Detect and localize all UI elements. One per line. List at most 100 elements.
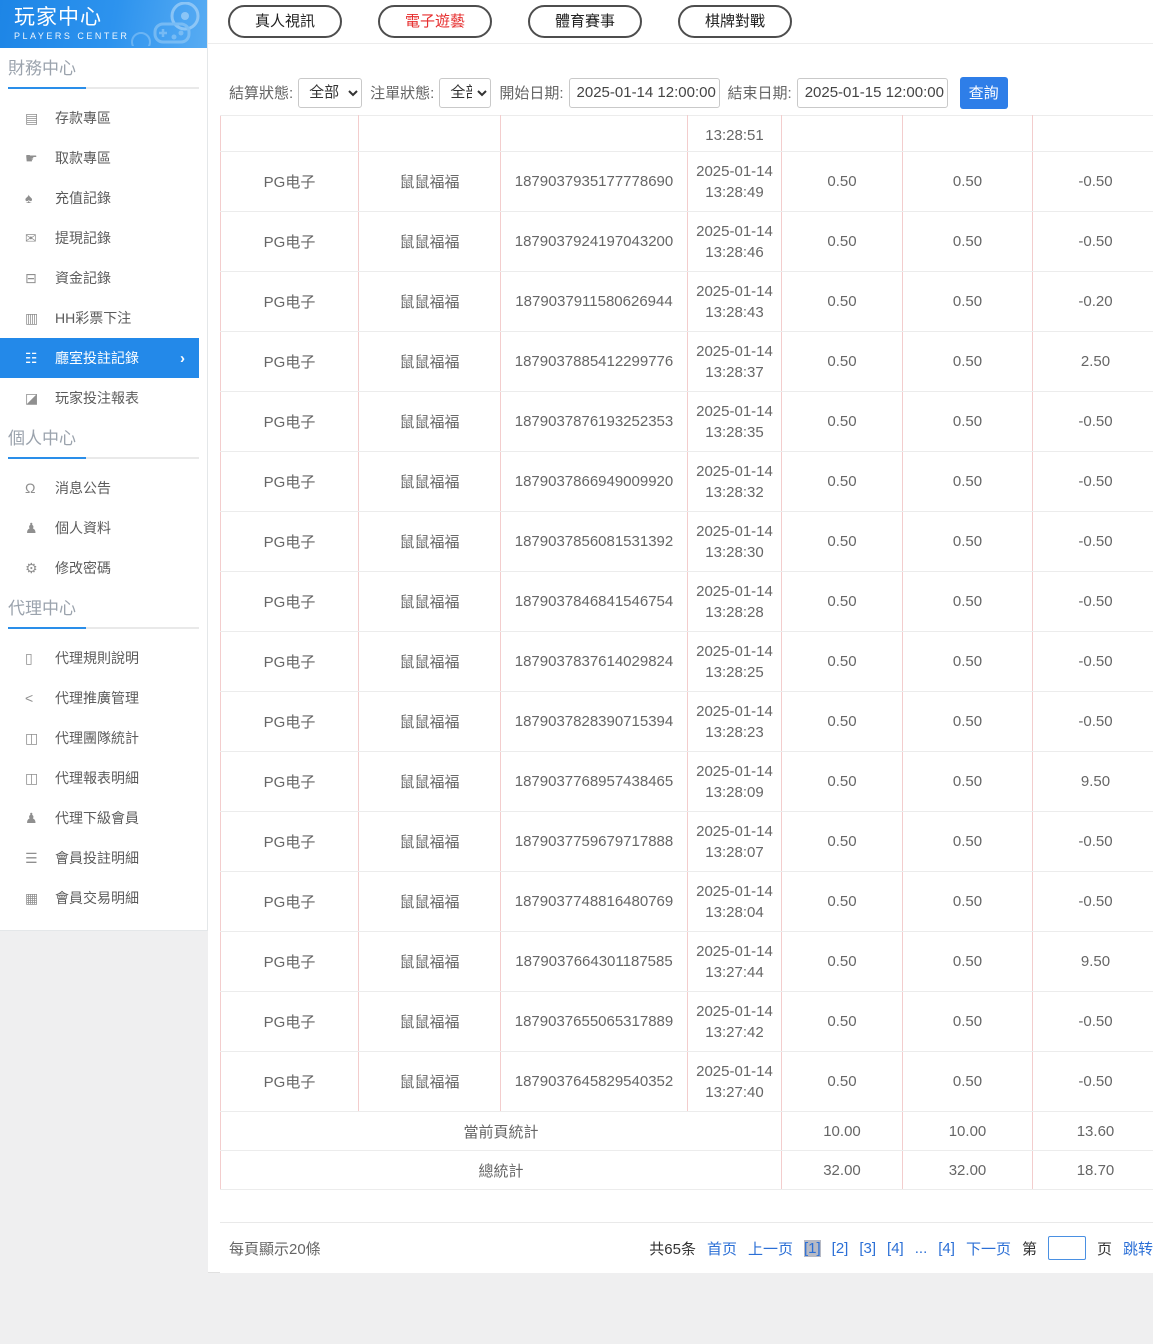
cell-valid-bet: 0.50: [902, 631, 1033, 692]
summary-bet: 32.00: [781, 1150, 903, 1190]
jump-page-input[interactable]: [1047, 1236, 1086, 1260]
first-page-link[interactable]: 首页: [707, 1238, 737, 1259]
end-date-input[interactable]: [796, 77, 948, 108]
page-link-2[interactable]: [2]: [832, 1240, 849, 1257]
table-row: PG电子 鼠鼠福福 1879037935177778690 2025-01-14…: [220, 151, 1153, 212]
sidebar-item-member-transaction-detail[interactable]: ▦ 會員交易明細: [0, 878, 207, 918]
cell-provider: PG电子: [220, 751, 359, 812]
cell-win-loss: -0.50: [1032, 811, 1153, 872]
prev-page-link[interactable]: 上一页: [748, 1238, 793, 1259]
cell-bet: 0.50: [781, 271, 903, 332]
sidebar-item-withdraw-records[interactable]: ✉ 提現記錄: [0, 218, 207, 258]
cell-provider: PG电子: [220, 451, 359, 512]
cell-provider: PG电子: [220, 151, 359, 212]
sidebar-item-label: 代理推廣管理: [55, 690, 139, 706]
cell-order-id: 1879037828390715394: [500, 691, 688, 752]
table-row: PG电子 鼠鼠福福 1879037876193252353 2025-01-14…: [220, 391, 1153, 452]
cell-order-id: 1879037664301187585: [500, 931, 688, 992]
sidebar-item-label: HH彩票下注: [55, 310, 132, 326]
jump-button[interactable]: 跳转: [1123, 1238, 1153, 1259]
tab-sports[interactable]: 體育賽事: [528, 5, 643, 38]
summary-valid-bet: 32.00: [902, 1150, 1033, 1190]
sidebar-item-change-password[interactable]: ⚙ 修改密碼: [0, 548, 207, 588]
cell-time: 2025-01-14 13:28:23: [687, 691, 782, 752]
sidebar-item-agent-team-stats[interactable]: ◫ 代理團隊統計: [0, 718, 207, 758]
cell-order-id: 1879037768957438465: [500, 751, 688, 812]
sidebar-item-funds-records[interactable]: ⊟ 資金記錄: [0, 258, 207, 298]
sidebar: 玩家中心 PLAYERS CENTER 財務中心 ▤ 存款專區 ☛ 取款專區 ♠…: [0, 0, 208, 931]
sidebar-item-player-bet-report[interactable]: ◪ 玩家投注報表: [0, 378, 207, 418]
cell-order-id: 1879037866949009920: [500, 451, 688, 512]
sidebar-item-label: 代理團隊統計: [55, 730, 139, 746]
table-row-partial: 13:28:51: [220, 115, 1153, 152]
settle-status-label: 結算狀態:: [229, 85, 294, 102]
sidebar-item-label: 玩家投注報表: [55, 390, 139, 406]
cell-provider: PG电子: [220, 871, 359, 932]
table-row: PG电子 鼠鼠福福 1879037828390715394 2025-01-14…: [220, 691, 1153, 752]
sidebar-item-agent-sub-members[interactable]: ♟ 代理下級會員: [0, 798, 207, 838]
sidebar-item-room-bet-records[interactable]: ☷ 廳室投註記錄 ›: [0, 338, 199, 378]
cell-game: 鼠鼠福福: [358, 751, 501, 812]
bet-records-table-wrap: 13:28:51 PG电子 鼠鼠福福 1879037935177778690 2…: [220, 115, 1153, 1190]
cell-time: 2025-01-14 13:28:28: [687, 571, 782, 632]
sidebar-item-lottery-bets[interactable]: ▥ HH彩票下注: [0, 298, 207, 338]
cell-game: 鼠鼠福福: [358, 211, 501, 272]
cell-bet: 0.50: [781, 151, 903, 212]
sidebar-item-label: 個人資料: [55, 520, 111, 536]
sidebar-item-withdraw[interactable]: ☛ 取款專區: [0, 138, 207, 178]
table-row: PG电子 鼠鼠福福 1879037885412299776 2025-01-14…: [220, 331, 1153, 392]
start-date-input[interactable]: [568, 77, 720, 108]
sidebar-item-deposit[interactable]: ▤ 存款專區: [0, 98, 207, 138]
settle-status-select[interactable]: 全部: [298, 77, 363, 108]
cell-win-loss: -0.50: [1032, 871, 1153, 932]
cell-time: 2025-01-14 13:28:04: [687, 871, 782, 932]
bet-records-icon: ☷: [25, 349, 38, 366]
cell-win-loss: 9.50: [1032, 751, 1153, 812]
cell-game: 鼠鼠福福: [358, 631, 501, 692]
tab-live-casino[interactable]: 真人視訊: [228, 5, 343, 38]
cell-bet: 0.50: [781, 631, 903, 692]
order-status-select[interactable]: 全部: [439, 77, 492, 108]
cell-valid-bet: 0.50: [902, 931, 1033, 992]
cell-win-loss: 9.50: [1032, 931, 1153, 992]
search-button[interactable]: 查詢: [959, 76, 1008, 109]
cell-time: 2025-01-14 13:27:42: [687, 991, 782, 1052]
sidebar-item-recharge-records[interactable]: ♠ 充值記錄: [0, 178, 207, 218]
summary-row-current-page: 當前頁統計 10.00 10.00 13.60: [220, 1111, 1153, 1151]
sidebar-item-announcements[interactable]: Ω 消息公告: [0, 468, 207, 508]
cell-time: 2025-01-14 13:28:37: [687, 331, 782, 392]
sidebar-item-label: 取款專區: [55, 150, 111, 166]
document-icon: ▯: [25, 649, 33, 666]
cell-valid-bet: 0.50: [902, 691, 1033, 752]
tab-board-games[interactable]: 棋牌對戰: [678, 5, 793, 38]
sidebar-item-agent-promotion[interactable]: < 代理推廣管理: [0, 678, 207, 718]
cell-provider: PG电子: [220, 331, 359, 392]
cell-order-id: 1879037885412299776: [500, 331, 688, 392]
sidebar-item-agent-report-detail[interactable]: ◫ 代理報表明細: [0, 758, 207, 798]
cell-valid-bet: 0.50: [902, 1051, 1033, 1112]
next-page-link[interactable]: 下一页: [966, 1238, 1011, 1259]
table-row: PG电子 鼠鼠福福 1879037924197043200 2025-01-14…: [220, 211, 1153, 272]
cell-time: 2025-01-14 13:28:30: [687, 511, 782, 572]
clipboard-icon: ☰: [25, 849, 38, 866]
sidebar-item-label: 代理報表明細: [55, 770, 139, 786]
cell-bet: 0.50: [781, 931, 903, 992]
page-link-1[interactable]: [1]: [803, 1239, 821, 1257]
section-divider: [8, 87, 199, 89]
page-link-last[interactable]: [4]: [938, 1240, 955, 1257]
sidebar-item-label: 修改密碼: [55, 560, 111, 576]
withdraw-hand-icon: ☛: [25, 149, 38, 166]
sidebar-item-member-bet-detail[interactable]: ☰ 會員投註明細: [0, 838, 207, 878]
page-link-3[interactable]: [3]: [859, 1240, 876, 1257]
cell-game: 鼠鼠福福: [358, 271, 501, 332]
cell-bet: 0.50: [781, 391, 903, 452]
tab-electronic-games[interactable]: 電子遊藝: [378, 5, 493, 38]
cell-bet: 0.50: [781, 991, 903, 1052]
page-link-4[interactable]: [4]: [887, 1240, 904, 1257]
report-chart-icon: ◪: [25, 389, 39, 406]
sidebar-item-agent-rules[interactable]: ▯ 代理規則說明: [0, 638, 207, 678]
cell-game: 鼠鼠福福: [358, 451, 501, 512]
sidebar-item-profile[interactable]: ♟ 個人資料: [0, 508, 207, 548]
cell-time: 2025-01-14 13:28:25: [687, 631, 782, 692]
cell-provider: PG电子: [220, 211, 359, 272]
